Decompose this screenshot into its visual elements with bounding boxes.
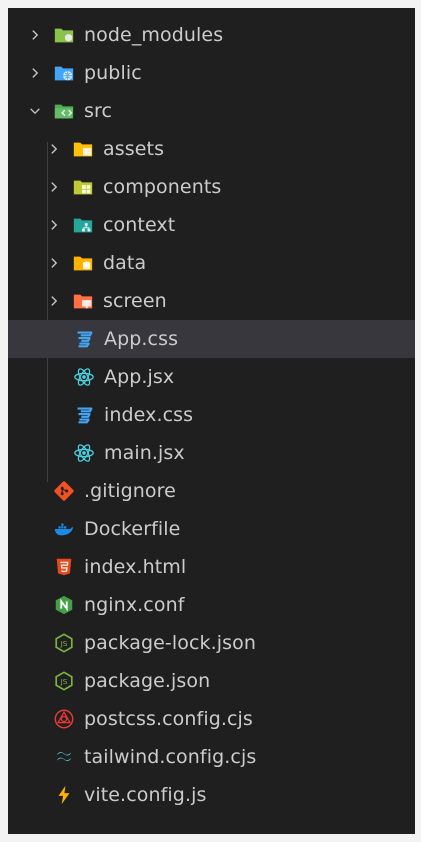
tree-item-app-css[interactable]: App.css: [8, 320, 415, 358]
tree-item-nginx-conf[interactable]: nginx.conf: [8, 586, 415, 624]
chevron-right-icon[interactable]: [26, 64, 44, 82]
folder-data-icon: [71, 251, 95, 275]
vite-file-icon: [52, 783, 76, 807]
tree-item-main-jsx[interactable]: main.jsx: [8, 434, 415, 472]
tree-item-postcss-config[interactable]: postcss.config.cjs: [8, 700, 415, 738]
svg-text:JS: JS: [60, 639, 68, 648]
file-explorer: node_modules public src assets component…: [8, 8, 415, 834]
docker-file-icon: [52, 517, 76, 541]
chevron-right-icon[interactable]: [45, 178, 63, 196]
folder-screen-icon: [71, 289, 95, 313]
css-file-icon: [72, 403, 96, 427]
tree-item-label: package.json: [84, 670, 211, 692]
tree-item-assets[interactable]: assets: [8, 130, 415, 168]
tree-item-package-lock-json[interactable]: JS package-lock.json: [8, 624, 415, 662]
tree-item-label: assets: [103, 138, 165, 160]
tree-item-app-jsx[interactable]: App.jsx: [8, 358, 415, 396]
tree-item-node-modules[interactable]: node_modules: [8, 16, 415, 54]
html-file-icon: [52, 555, 76, 579]
tree-item-label: vite.config.js: [84, 784, 207, 806]
tree-item-label: components: [103, 176, 222, 198]
svg-text:JS: JS: [60, 677, 68, 686]
tailwind-file-icon: [52, 745, 76, 769]
tree-item-label: App.jsx: [104, 366, 175, 388]
react-file-icon: [72, 365, 96, 389]
tree-item-src[interactable]: src: [8, 92, 415, 130]
tree-item-label: Dockerfile: [84, 518, 181, 540]
folder-components-icon: [71, 175, 95, 199]
tree-item-label: nginx.conf: [84, 594, 185, 616]
tree-item-gitignore[interactable]: .gitignore: [8, 472, 415, 510]
tree-item-label: node_modules: [84, 24, 224, 46]
tree-item-data[interactable]: data: [8, 244, 415, 282]
folder-node-icon: [52, 23, 76, 47]
tree-item-screen[interactable]: screen: [8, 282, 415, 320]
chevron-right-icon[interactable]: [45, 292, 63, 310]
chevron-right-icon[interactable]: [26, 26, 44, 44]
tree-item-dockerfile[interactable]: Dockerfile: [8, 510, 415, 548]
tree-item-label: package-lock.json: [84, 632, 257, 654]
tree-item-label: src: [84, 100, 113, 122]
tree-item-context[interactable]: context: [8, 206, 415, 244]
postcss-file-icon: [52, 707, 76, 731]
tree-item-package-json[interactable]: JS package.json: [8, 662, 415, 700]
react-file-icon: [72, 441, 96, 465]
tree-item-label: .gitignore: [84, 480, 176, 502]
tree-item-label: tailwind.config.cjs: [84, 746, 257, 768]
chevron-right-icon[interactable]: [45, 254, 63, 272]
tree-item-label: index.css: [104, 404, 194, 426]
folder-assets-icon: [71, 137, 95, 161]
tree-item-label: public: [84, 62, 142, 84]
nodejs-file-icon: JS: [52, 669, 76, 693]
tree-item-public[interactable]: public: [8, 54, 415, 92]
tree-item-vite-config[interactable]: vite.config.js: [8, 776, 415, 814]
tree-item-label: data: [103, 252, 147, 274]
tree-item-label: screen: [103, 290, 167, 312]
tree-item-label: main.jsx: [104, 442, 185, 464]
tree-item-label: postcss.config.cjs: [84, 708, 253, 730]
folder-context-icon: [71, 213, 95, 237]
tree-item-components[interactable]: components: [8, 168, 415, 206]
folder-public-icon: [52, 61, 76, 85]
chevron-right-icon[interactable]: [45, 140, 63, 158]
nginx-file-icon: [52, 593, 76, 617]
nodejs-file-icon: JS: [52, 631, 76, 655]
tree-item-label: context: [103, 214, 176, 236]
css-file-icon: [72, 327, 96, 351]
git-file-icon: [52, 479, 76, 503]
tree-item-label: index.html: [84, 556, 187, 578]
tree-item-label: App.css: [104, 328, 179, 350]
tree-item-tailwind-config[interactable]: tailwind.config.cjs: [8, 738, 415, 776]
chevron-down-icon[interactable]: [26, 102, 44, 120]
tree-item-index-html[interactable]: index.html: [8, 548, 415, 586]
chevron-right-icon[interactable]: [45, 216, 63, 234]
tree-item-index-css[interactable]: index.css: [8, 396, 415, 434]
folder-src-icon: [52, 99, 76, 123]
